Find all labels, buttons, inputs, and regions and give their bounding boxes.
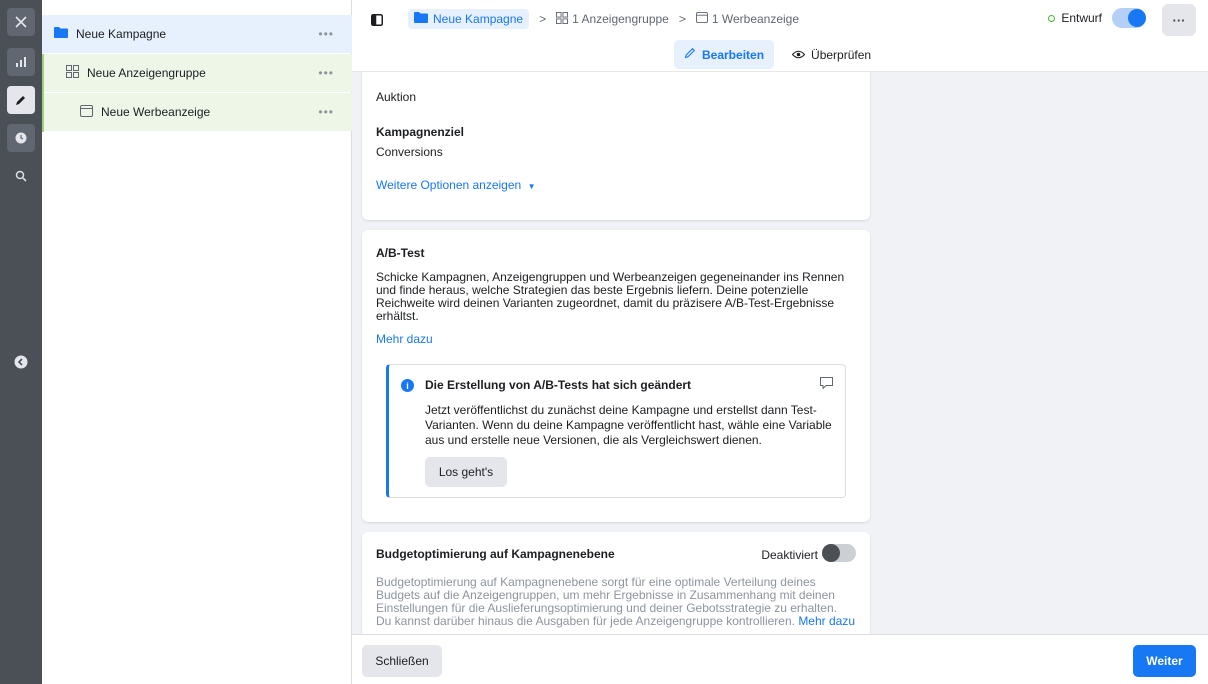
clock-icon[interactable] (7, 124, 35, 152)
tree-item-label: Neue Anzeigengruppe (87, 66, 206, 80)
chevron-right-icon: > (678, 12, 686, 26)
description-text: Du kannst darüber hinaus die Ausgaben fü… (376, 614, 795, 628)
breadcrumb-adsets[interactable]: 1 Anzeigengruppe (556, 11, 669, 27)
grid-icon (66, 65, 79, 81)
info-description: Jetzt veröffentlichst du zunächst deine … (425, 403, 845, 448)
collapse-icon[interactable] (7, 348, 35, 376)
ab-test-title: A/B-Test (376, 246, 425, 260)
info-title: Die Erstellung von A/B-Tests hat sich ge… (425, 378, 692, 392)
feedback-icon[interactable] (820, 377, 833, 392)
folder-icon (54, 27, 68, 41)
description-line: erhältst. (376, 309, 419, 323)
budget-toggle-label: Deaktiviert (761, 548, 818, 562)
campaign-tree: Neue Kampagne ••• Neue Anzeigengruppe ••… (42, 0, 352, 684)
footer-bar: Schließen Weiter (352, 634, 1208, 684)
status-label: Entwurf (1061, 11, 1102, 25)
campaign-settings-card: Auktion Kampagnenziel Conversions Weiter… (362, 72, 870, 220)
breadcrumb: Neue Kampagne > 1 Anzeigengruppe > 1 Wer… (408, 9, 799, 29)
next-button[interactable]: Weiter (1133, 645, 1196, 677)
budget-description: Budgetoptimierung auf Kampagnenebene sor… (376, 576, 866, 628)
chart-icon[interactable] (7, 48, 35, 76)
info-line: aus und erstelle neue Versionen, die als… (425, 433, 762, 447)
campaign-toggle[interactable] (1112, 8, 1146, 28)
breadcrumb-label: 1 Anzeigengruppe (572, 12, 669, 26)
editor-main[interactable]: Auktion Kampagnenziel Conversions Weiter… (352, 72, 1208, 634)
objective-value: Conversions (376, 145, 443, 159)
status-badge: Entwurf (1047, 11, 1102, 25)
pencil-icon[interactable] (7, 86, 35, 114)
more-icon[interactable]: ••• (318, 105, 334, 119)
ab-test-card: A/B-Test Schicke Kampagnen, Anzeigengrup… (362, 230, 870, 522)
more-icon[interactable]: ••• (318, 66, 334, 80)
panel-toggle-icon[interactable] (364, 8, 390, 32)
pencil-icon (684, 47, 696, 62)
tree-item-campaign[interactable]: Neue Kampagne ••• (42, 15, 352, 53)
grid-icon (556, 11, 569, 27)
ad-icon (695, 12, 708, 26)
info-line: Jetzt veröffentlichst du zunächst deine … (425, 403, 817, 417)
breadcrumb-campaign[interactable]: Neue Kampagne (408, 9, 530, 29)
status-area: Entwurf (1047, 8, 1146, 28)
caret-down-icon: ▼ (527, 182, 536, 191)
description-line: Du kannst darüber hinaus die Ausgaben fü… (376, 615, 866, 628)
breadcrumb-ads[interactable]: 1 Werbeanzeige (695, 12, 800, 26)
budget-toggle[interactable] (822, 544, 856, 562)
ad-icon (80, 104, 93, 120)
mode-tabs: Bearbeiten Überprüfen (674, 40, 871, 69)
close-button[interactable]: Schließen (362, 645, 442, 677)
chevron-right-icon: > (539, 12, 547, 26)
tab-review[interactable]: Überprüfen (791, 47, 872, 62)
close-icon[interactable] (7, 8, 35, 36)
get-started-button[interactable]: Los geht's (425, 457, 507, 487)
ab-test-info-box: i Die Erstellung von A/B-Tests hat sich … (386, 364, 846, 498)
top-header: Neue Kampagne > 1 Anzeigengruppe > 1 Wer… (352, 0, 1208, 72)
eye-icon (791, 48, 806, 62)
tab-label: Bearbeiten (702, 47, 765, 62)
more-options-label: Weitere Optionen anzeigen (376, 178, 522, 192)
more-icon[interactable]: ••• (318, 27, 334, 41)
tab-label: Überprüfen (811, 47, 872, 62)
objective-label: Kampagnenziel (376, 125, 465, 139)
tab-edit[interactable]: Bearbeiten (674, 40, 775, 69)
auction-value: Auktion (376, 90, 417, 104)
info-line: Varianten. Wenn du deine Kampagne veröff… (425, 418, 832, 432)
breadcrumb-label: Neue Kampagne (433, 12, 524, 26)
ab-test-learn-more-link[interactable]: Mehr dazu (376, 332, 433, 346)
more-options-link[interactable]: Weitere Optionen anzeigen ▼ (376, 178, 535, 192)
search-icon[interactable] (7, 162, 35, 190)
left-rail (0, 0, 42, 684)
tree-selection-indicator (42, 54, 44, 132)
info-icon: i (401, 379, 414, 392)
folder-icon (414, 12, 428, 26)
tree-item-label: Neue Kampagne (76, 27, 167, 41)
tree-item-label: Neue Werbeanzeige (101, 105, 211, 119)
budget-optimization-card: Budgetoptimierung auf Kampagnenebene Dea… (362, 532, 870, 634)
ab-test-description: Schicke Kampagnen, Anzeigengruppen und W… (376, 271, 862, 323)
budget-title: Budgetoptimierung auf Kampagnenebene (376, 547, 615, 561)
tree-item-adset[interactable]: Neue Anzeigengruppe ••• (42, 54, 352, 92)
description-line: Reichweite wird deinen Varianten zugeord… (376, 296, 835, 310)
more-options-button[interactable]: ··· (1162, 4, 1196, 36)
budget-learn-more-link[interactable]: Mehr dazu (798, 614, 855, 628)
status-dot-icon (1047, 15, 1055, 22)
tree-item-ad[interactable]: Neue Werbeanzeige ••• (42, 93, 352, 131)
breadcrumb-label: 1 Werbeanzeige (711, 12, 800, 26)
